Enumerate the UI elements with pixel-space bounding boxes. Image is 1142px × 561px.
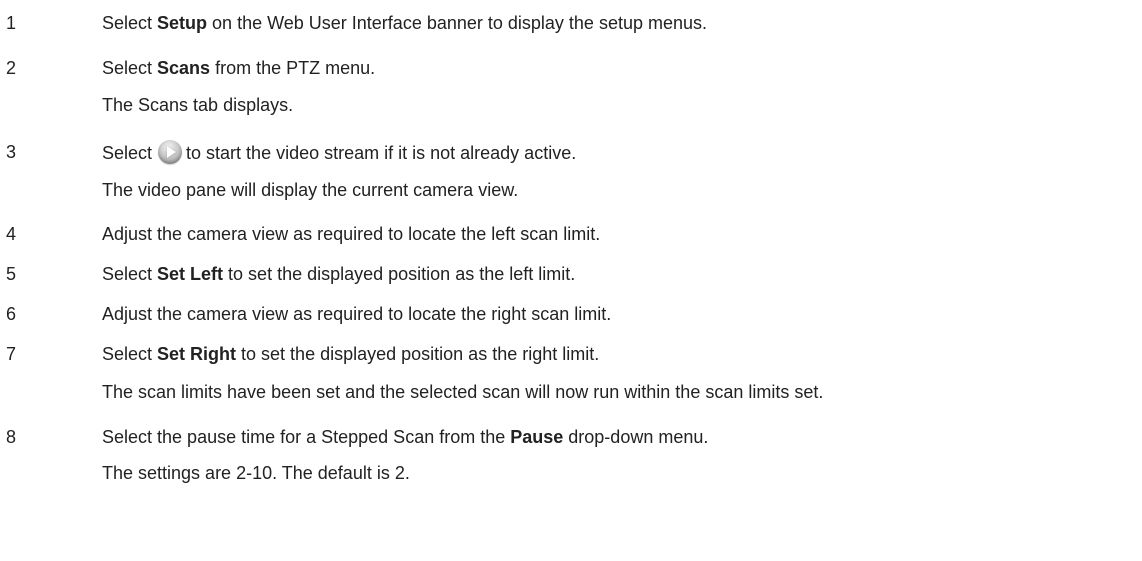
play-icon xyxy=(158,140,183,164)
instruction-document: 1 Select Setup on the Web User Interface… xyxy=(0,0,1142,561)
step-number: 8 xyxy=(6,427,17,447)
step-number: 5 xyxy=(6,264,17,284)
step-number: 3 xyxy=(6,142,17,162)
ui-term: Scans xyxy=(157,58,211,78)
step-text: Select Set Left to set the displayed pos… xyxy=(102,264,576,284)
ui-term: Set Left xyxy=(157,264,224,284)
step-note: The video pane will display the current … xyxy=(102,180,519,200)
step-text: Select Set Right to set the displayed po… xyxy=(102,344,600,364)
step-note: The scan limits have been set and the se… xyxy=(102,382,824,402)
step-text: Select to start the video stream if it is… xyxy=(102,140,576,165)
ui-term: Set Right xyxy=(157,344,237,364)
step-number: 7 xyxy=(6,344,17,364)
step-text: Adjust the camera view as required to lo… xyxy=(102,304,612,324)
step-text: Select Scans from the PTZ menu. xyxy=(102,58,376,78)
step-text: Select Setup on the Web User Interface b… xyxy=(102,13,708,33)
step-note: The Scans tab displays. xyxy=(102,95,294,115)
step-number: 4 xyxy=(6,224,17,244)
step-text: Adjust the camera view as required to lo… xyxy=(102,224,601,244)
step-number: 1 xyxy=(6,13,17,33)
step-text: Select the pause time for a Stepped Scan… xyxy=(102,427,709,447)
step-note: The settings are 2-10. The default is 2. xyxy=(102,463,410,483)
ui-term: Pause xyxy=(510,427,564,447)
step-number: 2 xyxy=(6,58,17,78)
step-number: 6 xyxy=(6,304,17,324)
ui-term: Setup xyxy=(157,13,208,33)
